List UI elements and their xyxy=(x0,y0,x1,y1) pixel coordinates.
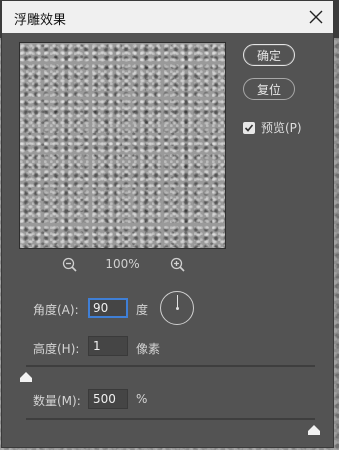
preview-checkbox-label: 预览(P) xyxy=(261,121,302,135)
height-label: 高度(H): xyxy=(33,342,80,356)
amount-input[interactable] xyxy=(88,389,128,409)
height-slider-track[interactable] xyxy=(26,365,315,367)
angle-input[interactable] xyxy=(88,298,128,318)
filter-preview-image[interactable] xyxy=(19,42,226,249)
dialog-title: 浮雕效果 xyxy=(14,12,67,27)
angle-dial-center xyxy=(176,307,179,310)
amount-label: 数量(M): xyxy=(33,394,81,408)
ok-button[interactable]: 确定 xyxy=(243,44,295,66)
height-input[interactable] xyxy=(88,336,128,356)
zoom-controls: 100% xyxy=(19,256,226,274)
amount-slider-thumb[interactable] xyxy=(308,420,320,435)
amount-unit: % xyxy=(136,392,148,406)
angle-unit: 度 xyxy=(136,303,149,317)
checkbox-checked-icon[interactable] xyxy=(243,121,255,134)
angle-dial[interactable] xyxy=(160,291,194,325)
reset-button[interactable]: 复位 xyxy=(243,78,295,100)
angle-label: 角度(A): xyxy=(33,303,79,317)
height-slider-thumb[interactable] xyxy=(20,367,32,382)
amount-slider-track[interactable] xyxy=(26,418,315,420)
dialog-titlebar[interactable]: 浮雕效果 xyxy=(2,1,333,33)
zoom-level: 100% xyxy=(105,257,140,271)
zoom-in-icon[interactable] xyxy=(169,256,187,274)
emboss-dialog: 浮雕效果 100% 确定 复位 预览(P) 角度(A): 90 度 高度(H):… xyxy=(1,0,334,448)
preview-checkbox[interactable]: 预览(P) xyxy=(243,119,302,136)
height-unit: 像素 xyxy=(136,342,161,356)
close-icon[interactable] xyxy=(305,6,327,28)
